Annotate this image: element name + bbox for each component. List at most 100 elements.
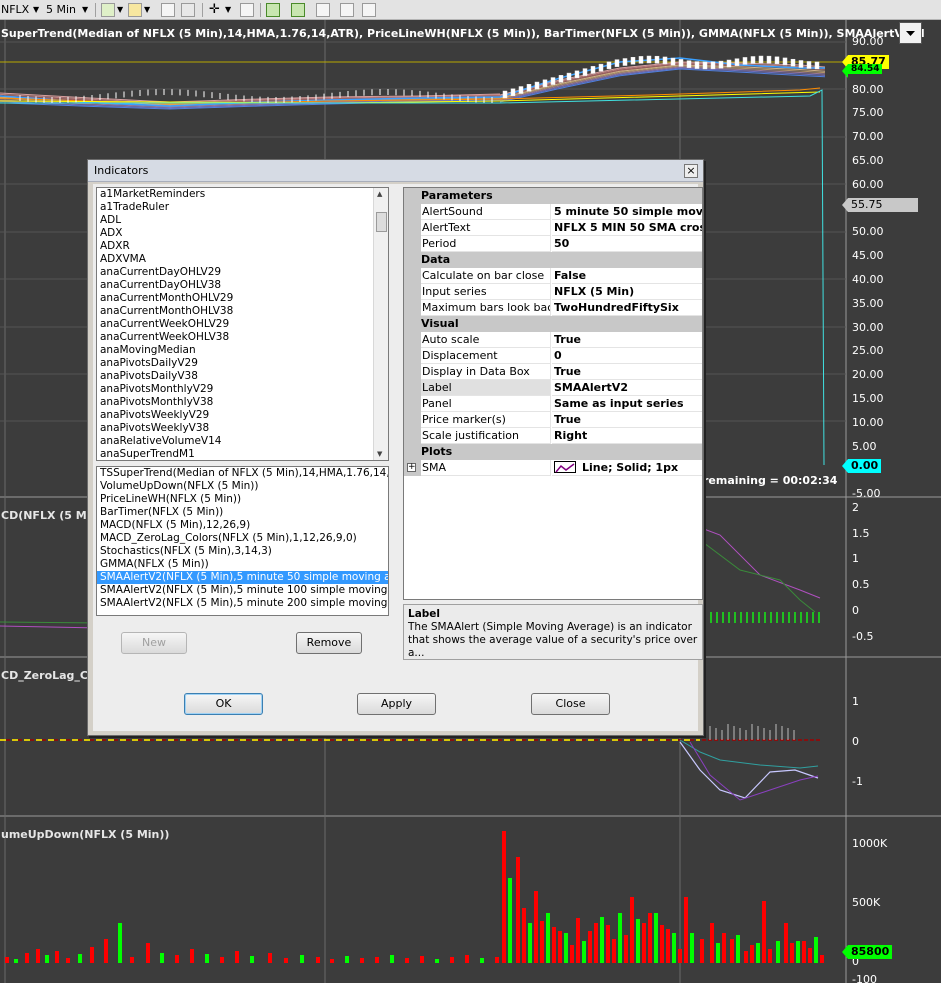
available-indicator-item[interactable]: anaPivotsWeeklyV29 [97,409,388,422]
property-row[interactable]: Maximum bars look back TwoHundredFiftySix [404,300,702,316]
property-value[interactable]: Right [552,428,702,444]
available-indicator-item[interactable]: anaPivotsMonthlyV38 [97,396,388,409]
property-row[interactable]: Displacement 0 [404,348,702,364]
property-row[interactable]: AlertSound5 minute 50 simple moving [404,204,702,220]
applied-indicator-item[interactable]: MACD(NFLX (5 Min),12,26,9) [97,519,388,532]
applied-indicator-item[interactable]: BarTimer(NFLX (5 Min)) [97,506,388,519]
symbol-selector[interactable]: NFLX [1,0,29,20]
available-indicators-list[interactable]: a1MarketReminders a1TradeRuler ADL ADX ADXR A… [96,187,389,461]
interval-selector[interactable]: 5 Min [46,0,76,20]
remove-drawings-icon[interactable] [181,3,195,17]
available-indicator-item[interactable]: anaRelativeVolumeV14 [97,435,388,448]
chart-scroll-button[interactable] [899,22,922,44]
applied-indicator-item[interactable]: VolumeUpDown(NFLX (5 Min)) [97,480,388,493]
available-indicator-item[interactable]: ADXR [97,240,388,253]
available-indicator-item[interactable]: a1MarketReminders [97,188,388,201]
available-indicator-item[interactable]: anaCurrentMonthOHLV29 [97,292,388,305]
property-row[interactable]: Auto scale True [404,332,702,348]
available-indicator-item[interactable]: anaPivotsDailyV29 [97,357,388,370]
property-value[interactable]: TwoHundredFiftySix [552,300,702,316]
property-value[interactable]: NFLX 5 MIN 50 SMA cross [552,220,702,236]
available-indicator-item[interactable]: ADX [97,227,388,240]
property-row[interactable]: Panel Same as input series [404,396,702,412]
drawing-dropdown-icon[interactable]: ▼ [144,0,150,20]
drawing-pencil-icon[interactable] [128,3,142,17]
crosshair-dropdown-icon[interactable]: ▼ [225,0,231,20]
strategies-icon[interactable] [316,3,330,17]
property-value[interactable]: True [552,332,702,348]
applied-indicator-item[interactable]: MACD_ZeroLag_Colors(NFLX (5 Min),1,12,26… [97,532,388,545]
property-value[interactable]: 0 [552,348,702,364]
property-category-visual[interactable]: Visual [404,316,702,332]
property-value[interactable]: Same as input series [552,396,702,412]
property-row[interactable]: Calculate on bar close False [404,268,702,284]
property-row[interactable]: Price marker(s) True [404,412,702,428]
property-value[interactable]: NFLX (5 Min) [552,284,702,300]
property-row[interactable]: Label SMAAlertV2 [404,380,702,396]
property-gutter[interactable]: + [404,460,421,476]
property-value[interactable]: True [552,412,702,428]
applied-indicators-list[interactable]: TSSuperTrend(Median of NFLX (5 Min),14,H… [96,466,389,616]
available-list-scrollbar[interactable]: ▲ ▼ [373,188,388,460]
symbol-dropdown-icon[interactable]: ▼ [33,0,39,20]
applied-indicator-item[interactable]: Stochastics(NFLX (5 Min),3,14,3) [97,545,388,558]
bar-type-icon[interactable] [101,3,115,17]
property-category-parameters[interactable]: Parameters [404,188,702,204]
snap-mode-icon[interactable] [161,3,175,17]
bar-type-dropdown-icon[interactable]: ▼ [117,0,123,20]
scroll-up-icon[interactable]: ▲ [377,190,382,198]
property-category-plots[interactable]: Plots [404,444,702,460]
property-row[interactable]: Input series NFLX (5 Min) [404,284,702,300]
properties-icon[interactable] [362,3,376,17]
applied-indicator-item[interactable]: SMAAlertV2(NFLX (5 Min),5 minute 50 simp… [97,571,388,584]
indicators-icon[interactable] [291,3,305,17]
data-box-icon[interactable] [266,3,280,17]
applied-indicator-item[interactable]: SMAAlertV2(NFLX (5 Min),5 minute 200 sim… [97,597,388,610]
available-indicator-item[interactable]: anaCurrentWeekOHLV38 [97,331,388,344]
available-indicator-item[interactable]: anaPivotsMonthlyV29 [97,383,388,396]
scrollbar-thumb[interactable] [376,212,387,232]
zoom-icon[interactable] [240,3,254,17]
property-value[interactable]: True [552,364,702,380]
property-value[interactable]: 5 minute 50 simple moving [552,204,702,220]
available-indicator-item[interactable]: ADXVMA [97,253,388,266]
remove-button[interactable]: Remove [296,632,362,654]
applied-indicator-item[interactable]: GMMA(NFLX (5 Min)) [97,558,388,571]
cursor-price-marker: 55.75 [842,198,918,212]
available-indicator-item[interactable]: anaPivotsDailyV38 [97,370,388,383]
available-indicator-item[interactable]: a1TradeRuler [97,201,388,214]
applied-indicator-item[interactable]: SMAAlertV2(NFLX (5 Min),5 minute 100 sim… [97,584,388,597]
property-grid[interactable]: Parameters AlertSound 5 minute 50 simple m… [403,187,703,600]
available-indicator-item[interactable]: anaCurrentDayOHLV38 [97,279,388,292]
applied-indicator-item[interactable]: PriceLineWH(NFLX (5 Min)) [97,493,388,506]
property-value[interactable]: 50 [552,236,702,252]
ok-button[interactable]: OK [184,693,263,715]
property-row[interactable]: AlertText NFLX 5 MIN 50 SMA cross [404,220,702,236]
apply-button[interactable]: Apply [357,693,436,715]
applied-indicator-item[interactable]: TSSuperTrend(Median of NFLX (5 Min),14,H… [97,467,388,480]
property-category-data[interactable]: Data [404,252,702,268]
expand-icon[interactable]: + [407,463,416,472]
property-row[interactable]: Scale justification Right [404,428,702,444]
scroll-down-icon[interactable]: ▼ [377,450,382,458]
property-row[interactable]: + SMA Line; Solid; 1px [404,460,702,476]
available-indicator-item[interactable]: anaMovingMedian [97,344,388,357]
available-indicator-item[interactable]: anaCurrentMonthOHLV38 [97,305,388,318]
property-row[interactable]: Period 50 [404,236,702,252]
close-icon[interactable]: × [684,164,698,178]
new-button[interactable]: New [121,632,187,654]
close-button[interactable]: Close [531,693,610,715]
available-indicator-item[interactable]: anaCurrentWeekOHLV29 [97,318,388,331]
available-indicator-item[interactable]: ADL [97,214,388,227]
available-indicator-item[interactable]: anaPivotsWeeklyV38 [97,422,388,435]
property-row[interactable]: Display in Data Box True [404,364,702,380]
available-indicator-item[interactable]: anaCurrentDayOHLV29 [97,266,388,279]
property-value[interactable]: SMAAlertV2 [552,380,702,396]
property-value[interactable]: False [552,268,702,284]
crosshair-icon[interactable]: ✛ [209,0,220,20]
available-indicator-item[interactable]: anaSuperTrendM1 [97,448,388,460]
interval-dropdown-icon[interactable]: ▼ [82,0,88,20]
dialog-title-bar[interactable]: Indicators × [88,160,703,182]
save-icon[interactable] [340,3,354,17]
property-value[interactable]: Line; Solid; 1px [552,460,702,476]
